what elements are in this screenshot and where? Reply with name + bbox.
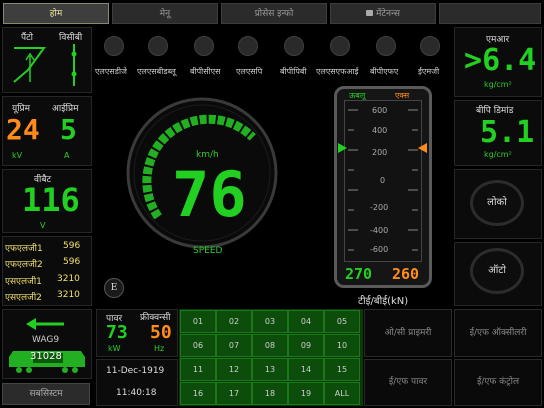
power-value: 73 bbox=[106, 322, 128, 343]
te-actual-value: 270 bbox=[345, 265, 373, 283]
speed-label: SPEED bbox=[193, 246, 223, 256]
bp-unit: kg/cm² bbox=[484, 150, 512, 159]
grid-cell-08[interactable]: 08 bbox=[252, 334, 288, 357]
indicator-label: बीपीपिबी bbox=[280, 67, 307, 76]
iprim-unit: A bbox=[64, 151, 70, 160]
tab-blank[interactable] bbox=[439, 3, 541, 24]
ef-power-button[interactable]: ई/एफ पावर bbox=[364, 359, 452, 406]
te-actual-marker-icon bbox=[338, 143, 347, 153]
speed-value: 76 bbox=[172, 158, 247, 231]
iprim-value: 5 bbox=[60, 113, 77, 146]
power-unit: kW bbox=[108, 344, 121, 353]
load-row: एफएलजी1 596 bbox=[5, 241, 81, 254]
vbat-value: 116 bbox=[22, 181, 80, 219]
grid-cell-10[interactable]: 10 bbox=[324, 334, 360, 357]
grid-cell-12[interactable]: 12 bbox=[216, 358, 252, 381]
mr-unit: kg/cm² bbox=[484, 80, 512, 89]
indicator-label: एलएसएफआई bbox=[316, 67, 359, 76]
indicator-lamp bbox=[420, 36, 440, 56]
indicator-label: एलएसडीजे bbox=[95, 67, 127, 76]
grid-cell-01[interactable]: 01 bbox=[180, 310, 216, 333]
loco-button[interactable]: लोको bbox=[470, 180, 524, 226]
ef-auxiliary-button[interactable]: ई/एफ ऑक्सीलरी bbox=[454, 309, 542, 357]
vbat-unit: V bbox=[40, 221, 46, 230]
te-tick-label: -400 bbox=[370, 226, 389, 235]
freq-unit: Hz bbox=[154, 344, 165, 353]
te-set-value: 260 bbox=[392, 265, 420, 283]
load-row: एफएलजी2 596 bbox=[5, 257, 81, 270]
te-tick-label: 400 bbox=[372, 126, 388, 135]
arrow-left-icon bbox=[26, 318, 64, 330]
grid-cell-06[interactable]: 06 bbox=[180, 334, 216, 357]
tab-menu[interactable]: मेनू bbox=[112, 3, 218, 24]
indicator-lamp bbox=[194, 36, 214, 56]
grid-cell-04[interactable]: 04 bbox=[288, 310, 324, 333]
grid-cell-19[interactable]: 19 bbox=[288, 382, 324, 405]
indicator-lamp bbox=[284, 36, 304, 56]
te-caption: टीई/बीई(kN) bbox=[358, 296, 409, 307]
grid-cell-07[interactable]: 07 bbox=[216, 334, 252, 357]
loco-name: WAG9 bbox=[32, 335, 60, 345]
grid-cell-14[interactable]: 14 bbox=[288, 358, 324, 381]
te-tick-label: 200 bbox=[372, 148, 388, 157]
grid-cell-15[interactable]: 15 bbox=[324, 358, 360, 381]
grid-cell-16[interactable]: 16 bbox=[180, 382, 216, 405]
ef-control-button[interactable]: ई/एफ कंट्रोल bbox=[454, 359, 542, 406]
e-button[interactable]: E bbox=[104, 278, 124, 298]
indicator-label: ईएमजी bbox=[418, 67, 440, 76]
grid-cell-09[interactable]: 09 bbox=[288, 334, 324, 357]
grid-cell-02[interactable]: 02 bbox=[216, 310, 252, 333]
tab-maintenance[interactable]: मेंटेनन्स bbox=[330, 3, 436, 24]
load-row: एसएलजी2 3210 bbox=[5, 290, 80, 303]
tab-maintenance-label: मेंटेनन्स bbox=[376, 9, 400, 19]
tab-home[interactable]: होम bbox=[3, 3, 109, 24]
grid-cell-11[interactable]: 11 bbox=[180, 358, 216, 381]
freq-value: 50 bbox=[150, 322, 172, 343]
vcb-icon bbox=[71, 44, 77, 86]
grid-cell-all[interactable]: ALL bbox=[324, 382, 360, 405]
te-tick-label: -200 bbox=[370, 203, 389, 212]
bp-value: 5.1 bbox=[480, 115, 535, 150]
grid-cell-03[interactable]: 03 bbox=[252, 310, 288, 333]
indicator-label: बीपीसीएस bbox=[190, 67, 221, 76]
indicator-lamp bbox=[104, 36, 124, 56]
indicator-lamp bbox=[148, 36, 168, 56]
te-tick-label: -600 bbox=[370, 245, 389, 254]
loco-number: 31028 bbox=[30, 351, 62, 362]
indicator-lamp bbox=[330, 36, 350, 56]
time-text: 11:40:18 bbox=[116, 388, 157, 398]
load-row: एसएलजी1 3210 bbox=[5, 274, 80, 287]
grid-cell-18[interactable]: 18 bbox=[252, 382, 288, 405]
subsystem-button[interactable]: सबसिस्टम bbox=[2, 383, 90, 405]
oc-primary-button[interactable]: ओ/सी प्राइमरी bbox=[364, 309, 452, 357]
indicator-label: एलएसपि bbox=[236, 67, 263, 76]
mr-value: >6.4 bbox=[464, 43, 537, 78]
indicator-lamp bbox=[376, 36, 396, 56]
te-tick-label: 600 bbox=[372, 106, 388, 115]
indicator-label: बीपीएफए bbox=[370, 67, 399, 76]
indicator-lamp bbox=[238, 36, 258, 56]
auto-button[interactable]: ऑटो bbox=[470, 248, 524, 294]
uprim-unit: kV bbox=[12, 151, 23, 160]
pantograph-icon bbox=[13, 47, 46, 83]
grid-cell-17[interactable]: 17 bbox=[216, 382, 252, 405]
indicator-label: एलएसबीडब्लू bbox=[137, 67, 176, 76]
tab-process-info[interactable]: प्रोसेस इन्फो bbox=[221, 3, 327, 24]
te-tick-label: 0 bbox=[380, 176, 386, 185]
uprim-value: 24 bbox=[6, 113, 40, 146]
lock-icon bbox=[366, 10, 374, 16]
grid-cell-05[interactable]: 05 bbox=[324, 310, 360, 333]
te-set-marker-icon bbox=[418, 143, 427, 153]
grid-cell-13[interactable]: 13 bbox=[252, 358, 288, 381]
date-text: 11-Dec-1919 bbox=[106, 366, 165, 376]
